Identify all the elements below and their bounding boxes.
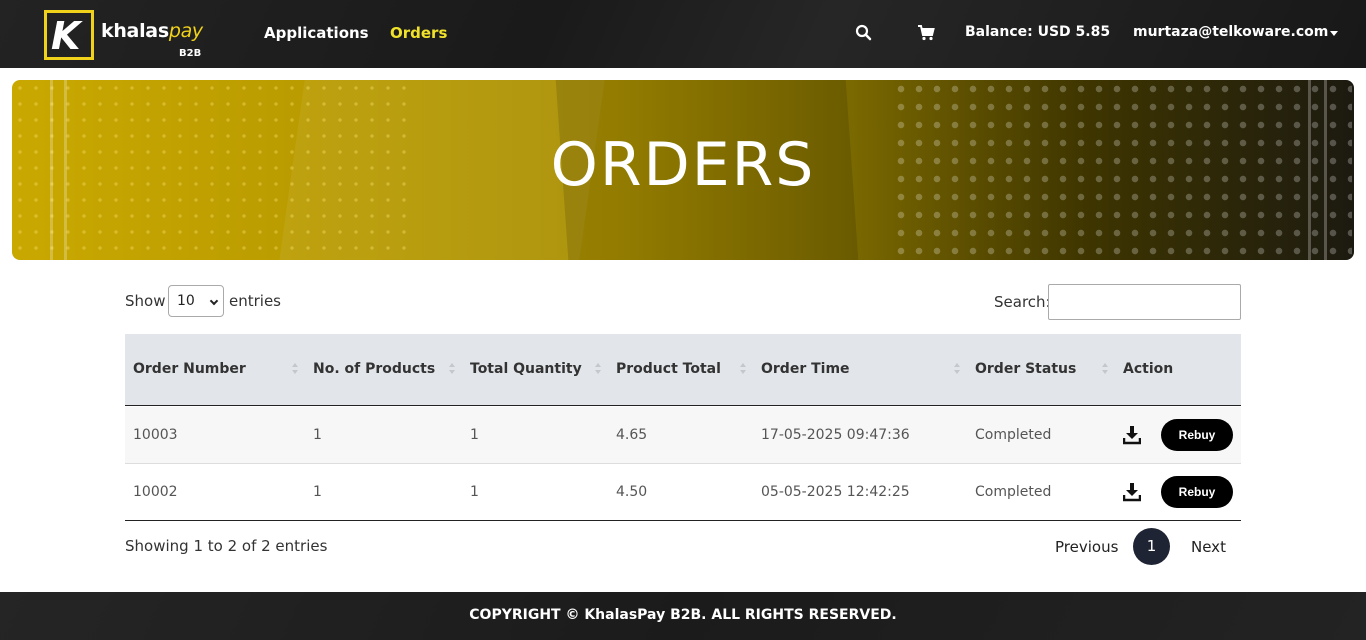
download-icon[interactable] <box>1123 425 1141 445</box>
table-row: 10003 1 1 4.65 17-05-2025 09:47:36 Compl… <box>125 407 1241 464</box>
top-navbar: K khalaspay B2B Applications Orders Bala… <box>0 0 1366 68</box>
balance-display: Balance: USD 5.85 <box>965 24 1111 40</box>
column-header-order-time[interactable]: Order Time <box>761 361 850 377</box>
column-header-order-status[interactable]: Order Status <box>975 361 1076 377</box>
logo-mark: K <box>44 10 94 60</box>
products-cell: 1 <box>313 427 322 443</box>
table-row: 10002 1 1 4.50 05-05-2025 12:42:25 Compl… <box>125 464 1241 521</box>
rebuy-button[interactable]: Rebuy <box>1161 476 1233 508</box>
logo-mark-letter: K <box>51 14 81 58</box>
quantity-cell: 1 <box>470 484 479 500</box>
nav-orders-link[interactable]: Orders <box>390 24 447 42</box>
sort-icon[interactable] <box>954 363 960 377</box>
next-page-button[interactable]: Next <box>1191 538 1226 556</box>
column-header-product-total[interactable]: Product Total <box>616 361 721 377</box>
search-label: Search: <box>994 293 1051 311</box>
rebuy-button[interactable]: Rebuy <box>1161 419 1233 451</box>
logo-text-accent: pay <box>168 20 203 42</box>
quantity-cell: 1 <box>470 427 479 443</box>
user-menu[interactable]: murtaza@telkoware.com <box>1133 24 1328 40</box>
order-number-cell: 10002 <box>133 484 178 500</box>
column-header-products[interactable]: No. of Products <box>313 361 435 377</box>
order-status-cell: Completed <box>975 427 1052 443</box>
order-status-cell: Completed <box>975 484 1052 500</box>
page-button-current[interactable]: 1 <box>1133 528 1170 565</box>
sort-icon[interactable] <box>292 363 298 377</box>
logo-subtitle: B2B <box>179 48 202 59</box>
entries-per-page-select[interactable]: 10 <box>168 285 224 317</box>
column-header-action: Action <box>1123 361 1174 377</box>
page-title: ORDERS <box>550 130 816 200</box>
download-icon[interactable] <box>1123 482 1141 502</box>
khalaspay-logo[interactable]: K khalaspay B2B <box>44 8 214 64</box>
product-total-cell: 4.50 <box>616 484 648 500</box>
column-header-quantity[interactable]: Total Quantity <box>470 361 582 377</box>
sort-icon[interactable] <box>595 363 601 377</box>
sort-icon[interactable] <box>740 363 746 377</box>
sort-icon[interactable] <box>1102 363 1108 377</box>
product-total-cell: 4.65 <box>616 427 648 443</box>
search-input[interactable] <box>1048 284 1241 320</box>
logo-text-main: khalas <box>101 20 169 42</box>
logo-wordmark: khalaspay <box>101 20 203 42</box>
column-header-order-number[interactable]: Order Number <box>133 361 246 377</box>
sort-icon[interactable] <box>449 363 455 377</box>
search-icon[interactable] <box>855 24 873 42</box>
order-time-cell: 17-05-2025 09:47:36 <box>761 427 910 443</box>
cart-icon[interactable] <box>917 24 935 42</box>
footer: COPYRIGHT © KhalasPay B2B. ALL RIGHTS RE… <box>0 592 1366 640</box>
order-time-cell: 05-05-2025 12:42:25 <box>761 484 910 500</box>
entries-select-value: 10 <box>177 293 195 309</box>
products-cell: 1 <box>313 484 322 500</box>
nav-applications-link[interactable]: Applications <box>264 24 369 42</box>
page-banner: ORDERS <box>12 80 1354 260</box>
table-header: Order Number No. of Products Total Quant… <box>125 334 1241 406</box>
show-label: Show <box>125 292 166 310</box>
chevron-down-icon[interactable] <box>1330 31 1338 36</box>
previous-page-button[interactable]: Previous <box>1055 538 1118 556</box>
chevron-down-icon <box>209 296 219 306</box>
order-number-cell: 10003 <box>133 427 178 443</box>
copyright-text: COPYRIGHT © KhalasPay B2B. ALL RIGHTS RE… <box>469 607 897 623</box>
entries-label: entries <box>229 292 281 310</box>
table-info: Showing 1 to 2 of 2 entries <box>125 537 328 555</box>
